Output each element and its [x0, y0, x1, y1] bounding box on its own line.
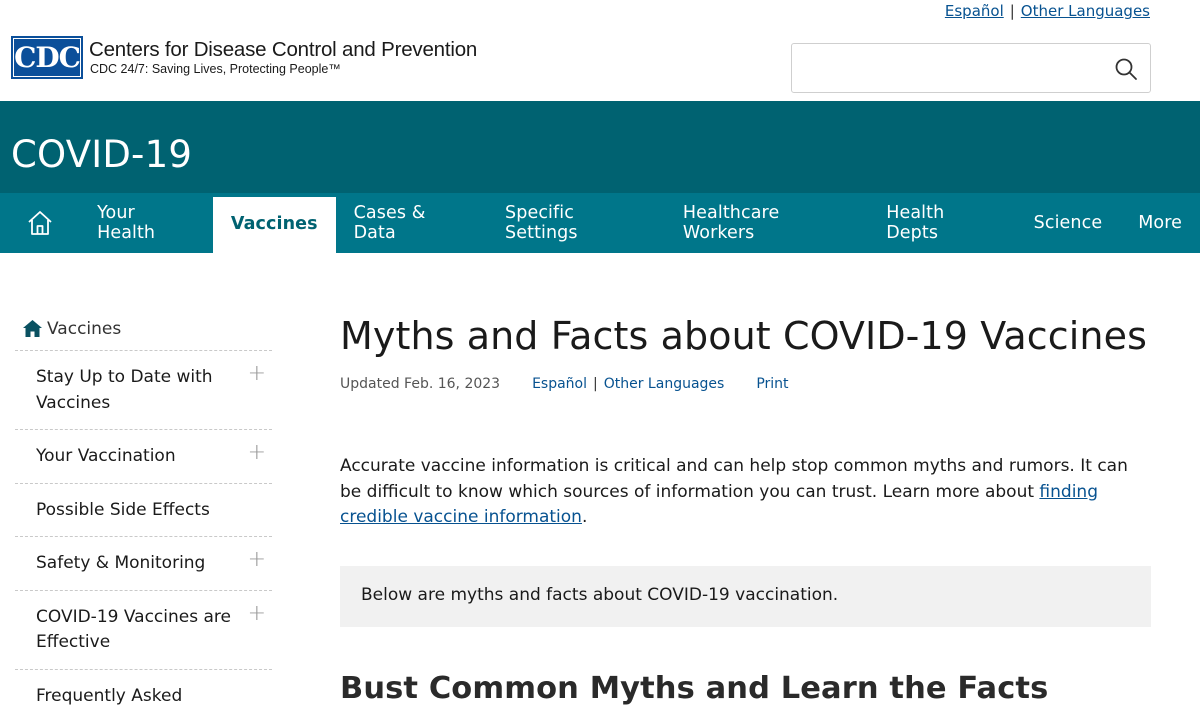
cdc-logo-text: CDC [13, 38, 81, 77]
topic-banner: COVID-19 [0, 101, 1200, 193]
callout-text: Below are myths and facts about COVID-19… [361, 584, 839, 605]
home-icon [23, 320, 42, 337]
sidebar-item-label: COVID-19 Vaccines are Effective [36, 606, 231, 653]
nav-label: Specific Settings [505, 203, 578, 243]
separator: | [593, 376, 598, 392]
other-languages-link[interactable]: Other Languages [604, 376, 725, 392]
nav-cases-data[interactable]: Cases & Data [336, 193, 487, 253]
nav-health-depts[interactable]: Health Depts [868, 193, 1015, 253]
expand-icon[interactable]: + [248, 440, 266, 466]
print-link[interactable]: Print [756, 376, 788, 392]
nav-more[interactable]: More [1120, 193, 1200, 253]
site-title: Centers for Disease Control and Preventi… [89, 38, 478, 61]
sidebar-item-label: Possible Side Effects [36, 499, 210, 520]
expand-icon[interactable]: + [248, 547, 266, 573]
sidebar-item-your-vaccination[interactable]: Your Vaccination + [15, 430, 272, 484]
search-icon[interactable] [1114, 57, 1138, 81]
section-heading: Bust Common Myths and Learn the Facts [340, 670, 1049, 706]
sidebar-item-safety-monitoring[interactable]: Safety & Monitoring + [15, 537, 272, 591]
nav-label: Your Health [97, 203, 156, 243]
page-title: Myths and Facts about COVID-19 Vaccines [340, 314, 1147, 358]
sidebar-item-label: Stay Up to Date with Vaccines [36, 367, 213, 413]
updated-date: Updated Feb. 16, 2023 [340, 376, 501, 392]
nav-label: Vaccines [230, 214, 318, 234]
nav-your-health[interactable]: Your Health [79, 193, 213, 253]
search-box [791, 43, 1151, 93]
sidebar-item-label: Your Vaccination [36, 446, 176, 466]
nav-science[interactable]: Science [1016, 193, 1121, 253]
nav-home[interactable] [0, 193, 79, 253]
separator: | [1009, 2, 1015, 20]
sidebar-nav: Vaccines Stay Up to Date with Vaccines +… [15, 307, 272, 713]
site-tagline: CDC 24/7: Saving Lives, Protecting Peopl… [90, 62, 341, 76]
intro-text: Accurate vaccine information is critical… [340, 456, 1128, 502]
nav-label: Healthcare Workers [682, 203, 780, 243]
sidebar-item-vaccines-effective[interactable]: COVID-19 Vaccines are Effective + [15, 591, 272, 670]
other-languages-link[interactable]: Other Languages [1021, 2, 1150, 20]
search-input[interactable] [804, 44, 1104, 90]
sidebar-item-stay-up-to-date[interactable]: Stay Up to Date with Vaccines + [15, 351, 272, 430]
intro-paragraph: Accurate vaccine information is critical… [340, 454, 1151, 531]
sidebar-item-label: Safety & Monitoring [36, 553, 206, 573]
espanol-link[interactable]: Español [532, 376, 587, 392]
expand-icon[interactable]: + [248, 601, 266, 627]
cdc-brand[interactable]: CDC Centers for Disease Control and Prev… [11, 36, 477, 79]
sidebar-head-label: Vaccines [47, 318, 122, 339]
nav-healthcare-workers[interactable]: Healthcare Workers [665, 193, 868, 253]
cdc-logo[interactable]: CDC [11, 36, 83, 79]
sidebar-item-label: Frequently Asked [36, 685, 183, 706]
nav-label: Health Depts [886, 203, 945, 243]
home-icon [27, 211, 52, 235]
sidebar-item-side-effects[interactable]: Possible Side Effects [15, 484, 272, 537]
nav-label: More [1138, 213, 1182, 233]
intro-end: . [581, 507, 588, 527]
expand-icon[interactable]: + [248, 361, 266, 387]
sidebar-home-link[interactable]: Vaccines [15, 307, 272, 351]
nav-label: Cases & Data [353, 203, 426, 243]
callout-box: Below are myths and facts about COVID-19… [340, 565, 1151, 627]
espanol-link[interactable]: Español [945, 2, 1004, 20]
page-meta: Updated Feb. 16, 2023 Español | Other La… [340, 376, 1151, 392]
topic-title[interactable]: COVID-19 [11, 133, 192, 176]
main-content: Myths and Facts about COVID-19 Vaccines … [340, 312, 1151, 706]
nav-vaccines[interactable]: Vaccines [212, 193, 336, 253]
nav-specific-settings[interactable]: Specific Settings [487, 193, 665, 253]
language-links: Español | Other Languages [945, 2, 1150, 20]
sidebar-item-faq[interactable]: Frequently Asked [15, 670, 272, 713]
nav-label: Science [1033, 213, 1103, 233]
main-nav: Your Health Vaccines Cases & Data Specif… [0, 193, 1200, 253]
